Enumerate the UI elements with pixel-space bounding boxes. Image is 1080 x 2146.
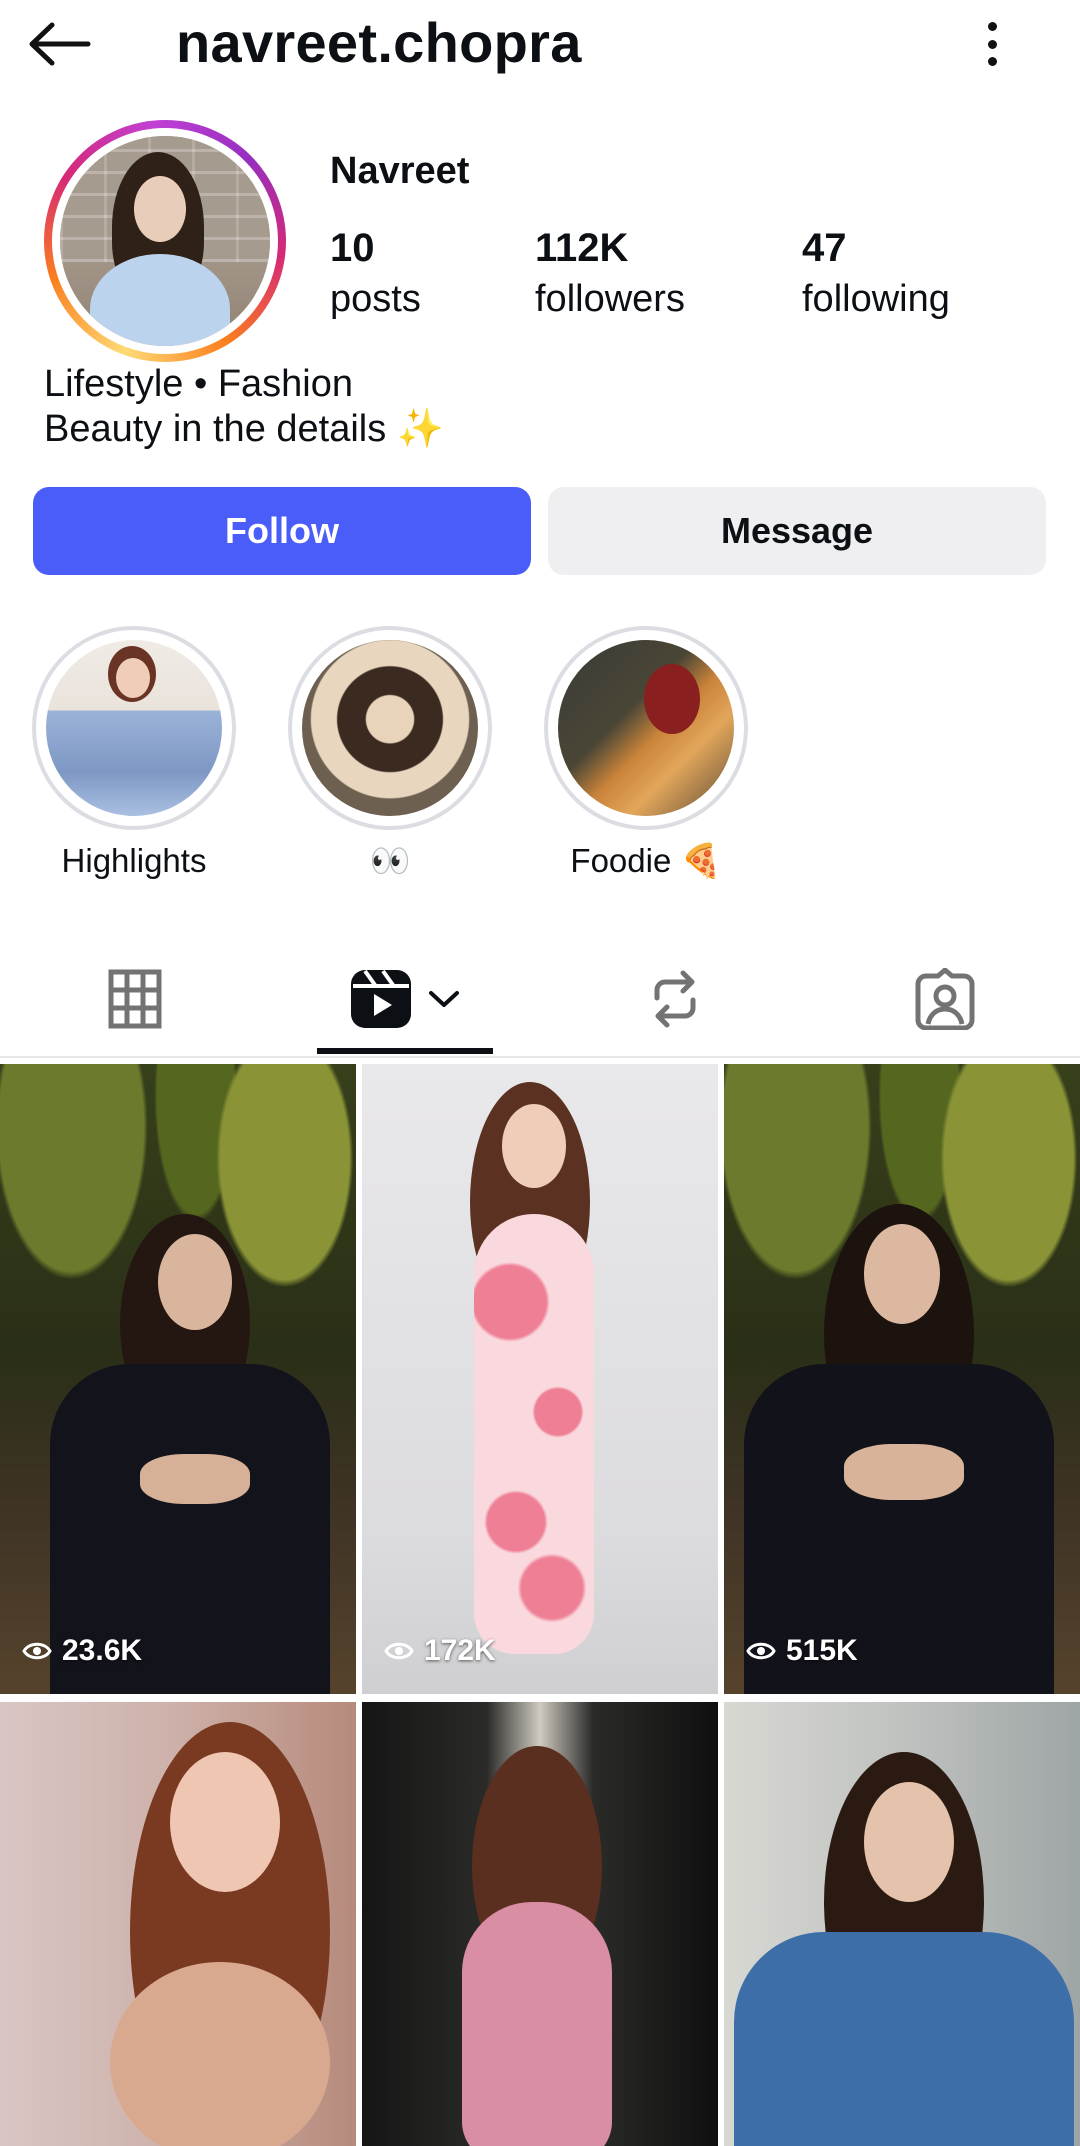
view-count-label: 23.6K: [62, 1634, 143, 1667]
display-name: Navreet: [330, 150, 470, 192]
profile-tabs: [0, 940, 1080, 1058]
tab-reposts[interactable]: [540, 940, 810, 1058]
view-count-label: 515K: [786, 1634, 858, 1667]
reel-thumbnail[interactable]: [0, 1702, 356, 2146]
highlight-label: 👀: [369, 842, 411, 879]
view-count: 23.6K: [22, 1634, 142, 1668]
stat-posts[interactable]: 10 posts: [330, 222, 421, 324]
profile-avatar[interactable]: [44, 120, 286, 362]
avatar-photo: [60, 136, 270, 346]
tab-reels[interactable]: [270, 940, 540, 1058]
more-options-button[interactable]: [970, 16, 1014, 72]
highlight-item[interactable]: Foodie 🍕: [544, 626, 748, 879]
message-button[interactable]: Message: [548, 487, 1046, 575]
bio-line: Lifestyle • Fashion: [44, 363, 354, 405]
tagged-icon: [915, 968, 975, 1030]
bio: Lifestyle • Fashion Beauty in the detail…: [44, 362, 444, 452]
more-dot-icon: [987, 22, 997, 31]
highlight-item[interactable]: Highlights: [32, 626, 236, 879]
more-dot-icon: [987, 57, 997, 66]
highlight-item[interactable]: 👀: [288, 626, 492, 879]
reel-thumbnail[interactable]: [724, 1702, 1080, 2146]
view-count: 172K: [384, 1634, 496, 1668]
tab-tagged[interactable]: [810, 940, 1080, 1058]
back-button[interactable]: [28, 14, 104, 74]
reel-thumbnail[interactable]: 515K: [724, 1064, 1080, 1694]
top-bar: navreet.chopra: [0, 0, 1080, 100]
highlight-label: Highlights: [61, 842, 207, 879]
stat-followers[interactable]: 112K followers: [535, 222, 685, 324]
reel-thumbnail[interactable]: [362, 1702, 718, 2146]
tab-divider: [0, 1056, 1080, 1058]
chevron-down-icon: [429, 991, 459, 1007]
active-tab-indicator: [317, 1048, 493, 1054]
bio-line: Beauty in the details ✨: [44, 408, 445, 450]
highlight-cover: [302, 640, 478, 816]
view-count-label: 172K: [424, 1634, 496, 1667]
eye-icon: [384, 1642, 414, 1660]
arrow-left-icon: [29, 22, 91, 66]
tab-posts[interactable]: [0, 940, 270, 1058]
eye-icon: [22, 1642, 52, 1660]
profile-username: navreet.chopra: [176, 11, 582, 74]
highlight-cover: [46, 640, 222, 816]
reels-icon: [351, 969, 411, 1028]
stat-following[interactable]: 47 following: [802, 222, 950, 324]
highlight-cover: [558, 640, 734, 816]
followers-count: 112K: [535, 226, 629, 270]
grid-icon: [108, 969, 162, 1029]
profile-page: navreet.chopra Navreet 10 posts 112K fol…: [0, 0, 1080, 2146]
reel-thumbnail[interactable]: 23.6K: [0, 1064, 356, 1694]
posts-label: posts: [330, 278, 421, 320]
reel-thumbnail[interactable]: 172K: [362, 1064, 718, 1694]
reposts-icon: [654, 970, 696, 1028]
view-count: 515K: [746, 1634, 858, 1668]
posts-count: 10: [330, 226, 375, 270]
following-label: following: [802, 278, 950, 320]
followers-label: followers: [535, 278, 685, 320]
follow-button[interactable]: Follow: [33, 487, 531, 575]
more-dot-icon: [987, 39, 997, 49]
following-count: 47: [802, 226, 847, 270]
eye-icon: [746, 1642, 776, 1660]
highlight-label: Foodie 🍕: [570, 842, 722, 879]
